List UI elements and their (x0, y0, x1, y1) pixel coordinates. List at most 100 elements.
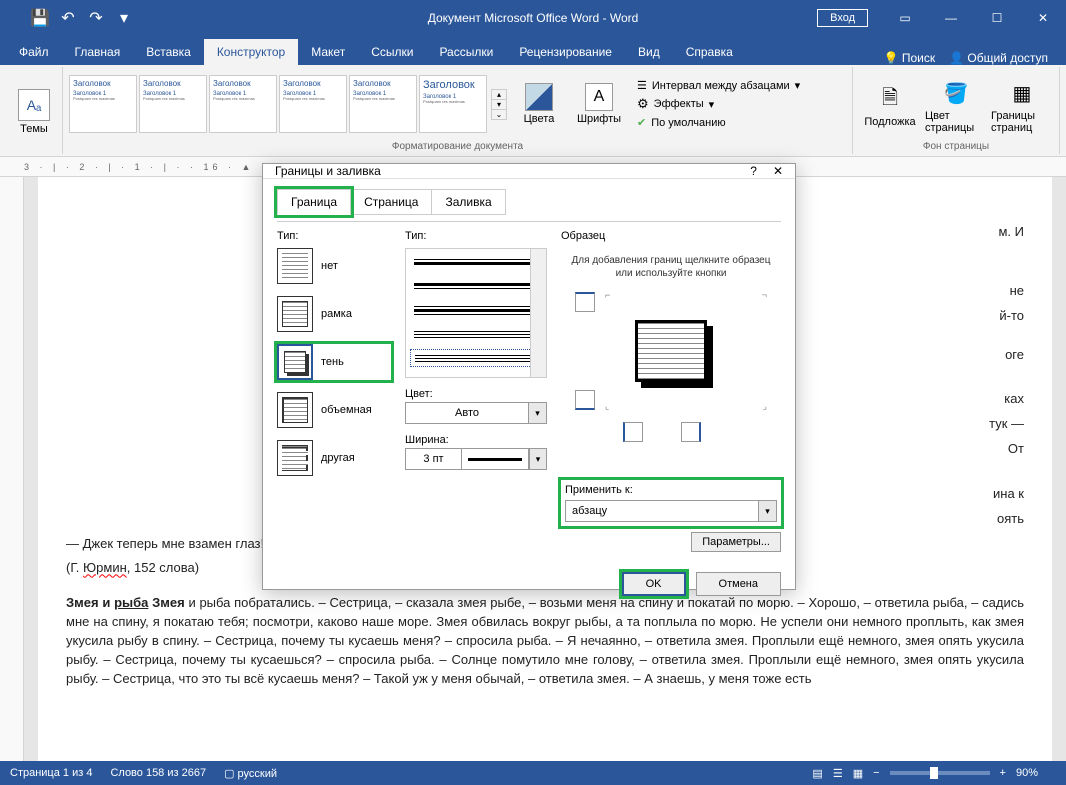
setting-label: Тип: (277, 230, 391, 242)
minimize-button[interactable]: ― (928, 0, 974, 36)
setting-custom[interactable]: другая (277, 440, 391, 476)
borders-icon: ▦ (1006, 78, 1038, 110)
page-color-button[interactable]: 🪣 Цвет страницы (925, 75, 987, 134)
page-borders-button[interactable]: ▦ Границы страниц (991, 75, 1053, 134)
gallery-down-icon[interactable]: ▾ (492, 99, 506, 109)
window-title: Документ Microsoft Office Word - Word (428, 11, 639, 25)
language-indicator[interactable]: ▢ русский (224, 767, 277, 780)
line-style-item[interactable] (410, 349, 542, 367)
scrollbar[interactable] (530, 249, 546, 377)
setting-shadow[interactable]: тень (277, 344, 391, 380)
line-style-list[interactable] (405, 248, 547, 378)
body-text: Змея и рыба Змея и рыба побратались. – С… (66, 594, 1024, 688)
spacing-icon: ☰ (637, 79, 647, 92)
vertical-ruler[interactable] (0, 177, 24, 761)
search-button[interactable]: 💡 Поиск (884, 51, 936, 65)
gallery-up-icon[interactable]: ▴ (492, 90, 506, 99)
line-style-item[interactable] (410, 253, 542, 271)
preview-label: Образец (561, 230, 781, 242)
title-bar: 💾 ↶ ↷ ▾ Документ Microsoft Office Word -… (0, 0, 1066, 36)
line-style-item[interactable] (410, 277, 542, 295)
line-style-item[interactable] (410, 301, 542, 319)
redo-icon[interactable]: ↷ (84, 6, 108, 30)
preview-canvas[interactable]: ⌐ ¬ ⌞ ⌟ (561, 286, 781, 416)
style-item[interactable]: ЗаголовокЗаголовок 1Postquam res maximas (349, 75, 417, 133)
zoom-slider[interactable] (890, 771, 990, 775)
border-bottom-button[interactable] (575, 390, 595, 410)
dialog-close-button[interactable]: ✕ (773, 164, 783, 178)
tab-view[interactable]: Вид (625, 39, 673, 65)
close-button[interactable]: ✕ (1020, 0, 1066, 36)
tab-border[interactable]: Граница (277, 189, 351, 215)
zoom-in-button[interactable]: + (1000, 767, 1006, 779)
themes-button[interactable]: Aₐ Темы (12, 86, 56, 135)
tab-design[interactable]: Конструктор (204, 39, 298, 65)
border-top-button[interactable] (575, 292, 595, 312)
fonts-button[interactable]: A Шрифты (571, 83, 627, 125)
tab-page-border[interactable]: Страница (350, 189, 432, 215)
dialog-tabs: Граница Страница Заливка (277, 189, 781, 215)
style-item[interactable]: ЗаголовокЗаголовок 1Postquam res maximas (419, 75, 487, 133)
view-print-icon[interactable]: ☰ (833, 767, 843, 780)
set-default-button[interactable]: ✔По умолчанию (637, 116, 800, 129)
tab-references[interactable]: Ссылки (358, 39, 426, 65)
zoom-out-button[interactable]: − (873, 767, 879, 779)
width-label: Ширина: (405, 434, 547, 446)
dropdown-icon: ▾ (528, 403, 546, 423)
tab-help[interactable]: Справка (673, 39, 746, 65)
paragraph-spacing-button[interactable]: ☰Интервал между абзацами ▾ (637, 79, 800, 92)
width-dropdown[interactable]: 3 пт ▾ (405, 448, 547, 470)
style-item[interactable]: ЗаголовокЗаголовок 1Postquam res maximas (279, 75, 347, 133)
color-label: Цвет: (405, 388, 547, 400)
share-button[interactable]: 👤 Общий доступ (949, 51, 1048, 65)
tab-mailings[interactable]: Рассылки (426, 39, 506, 65)
style-label: Тип: (405, 230, 547, 242)
setting-box[interactable]: рамка (277, 296, 391, 332)
view-read-icon[interactable]: ▤ (812, 767, 822, 780)
options-button[interactable]: Параметры... (691, 532, 781, 552)
signin-button[interactable]: Вход (817, 9, 868, 27)
borders-shading-dialog: Границы и заливка ? ✕ Граница Страница З… (262, 163, 796, 590)
color-dropdown[interactable]: Авто ▾ (405, 402, 547, 424)
qat-customize-icon[interactable]: ▾ (112, 6, 136, 30)
apply-to-label: Применить к: (565, 484, 777, 496)
tab-home[interactable]: Главная (62, 39, 134, 65)
themes-icon: Aₐ (18, 89, 50, 121)
ok-button[interactable]: OK (622, 572, 686, 596)
check-icon: ✔ (637, 116, 646, 129)
maximize-button[interactable]: ☐ (974, 0, 1020, 36)
watermark-button[interactable]: 🗎 Подложка (859, 81, 921, 128)
ribbon-display-icon[interactable]: ▭ (882, 0, 928, 36)
save-icon[interactable]: 💾 (28, 6, 52, 30)
tab-shading[interactable]: Заливка (431, 189, 505, 215)
zoom-level[interactable]: 90% (1016, 767, 1038, 779)
setting-3d[interactable]: объемная (277, 392, 391, 428)
colors-icon (525, 83, 553, 111)
border-left-button[interactable] (623, 422, 643, 442)
apply-to-dropdown[interactable]: абзацу ▾ (565, 500, 777, 522)
effects-button[interactable]: ⚙Эффекты ▾ (637, 96, 800, 112)
tab-file[interactable]: Файл (6, 39, 62, 65)
style-item[interactable]: ЗаголовокЗаголовок 1Postquam res maximas (209, 75, 277, 133)
tab-review[interactable]: Рецензирование (506, 39, 625, 65)
page-indicator[interactable]: Страница 1 из 4 (10, 767, 92, 779)
fonts-icon: A (585, 83, 613, 111)
colors-button[interactable]: Цвета (511, 83, 567, 125)
dropdown-icon: ▾ (758, 501, 776, 521)
tab-layout[interactable]: Макет (298, 39, 358, 65)
style-gallery[interactable]: ЗаголовокЗаголовок 1Postquam res maximas… (69, 75, 487, 133)
help-button[interactable]: ? (750, 164, 757, 178)
view-web-icon[interactable]: ▦ (853, 767, 863, 780)
undo-icon[interactable]: ↶ (56, 6, 80, 30)
style-item[interactable]: ЗаголовокЗаголовок 1Postquam res maximas (139, 75, 207, 133)
cancel-button[interactable]: Отмена (696, 572, 781, 596)
tab-insert[interactable]: Вставка (133, 39, 204, 65)
line-style-item[interactable] (410, 325, 542, 343)
style-item[interactable]: ЗаголовокЗаголовок 1Postquam res maximas (69, 75, 137, 133)
word-count[interactable]: Слово 158 из 2667 (110, 767, 206, 779)
bucket-icon: 🪣 (940, 78, 972, 110)
gallery-more-icon[interactable]: ⌄ (492, 109, 506, 119)
gear-icon: ⚙ (637, 96, 649, 112)
border-right-button[interactable] (681, 422, 701, 442)
setting-none[interactable]: нет (277, 248, 391, 284)
